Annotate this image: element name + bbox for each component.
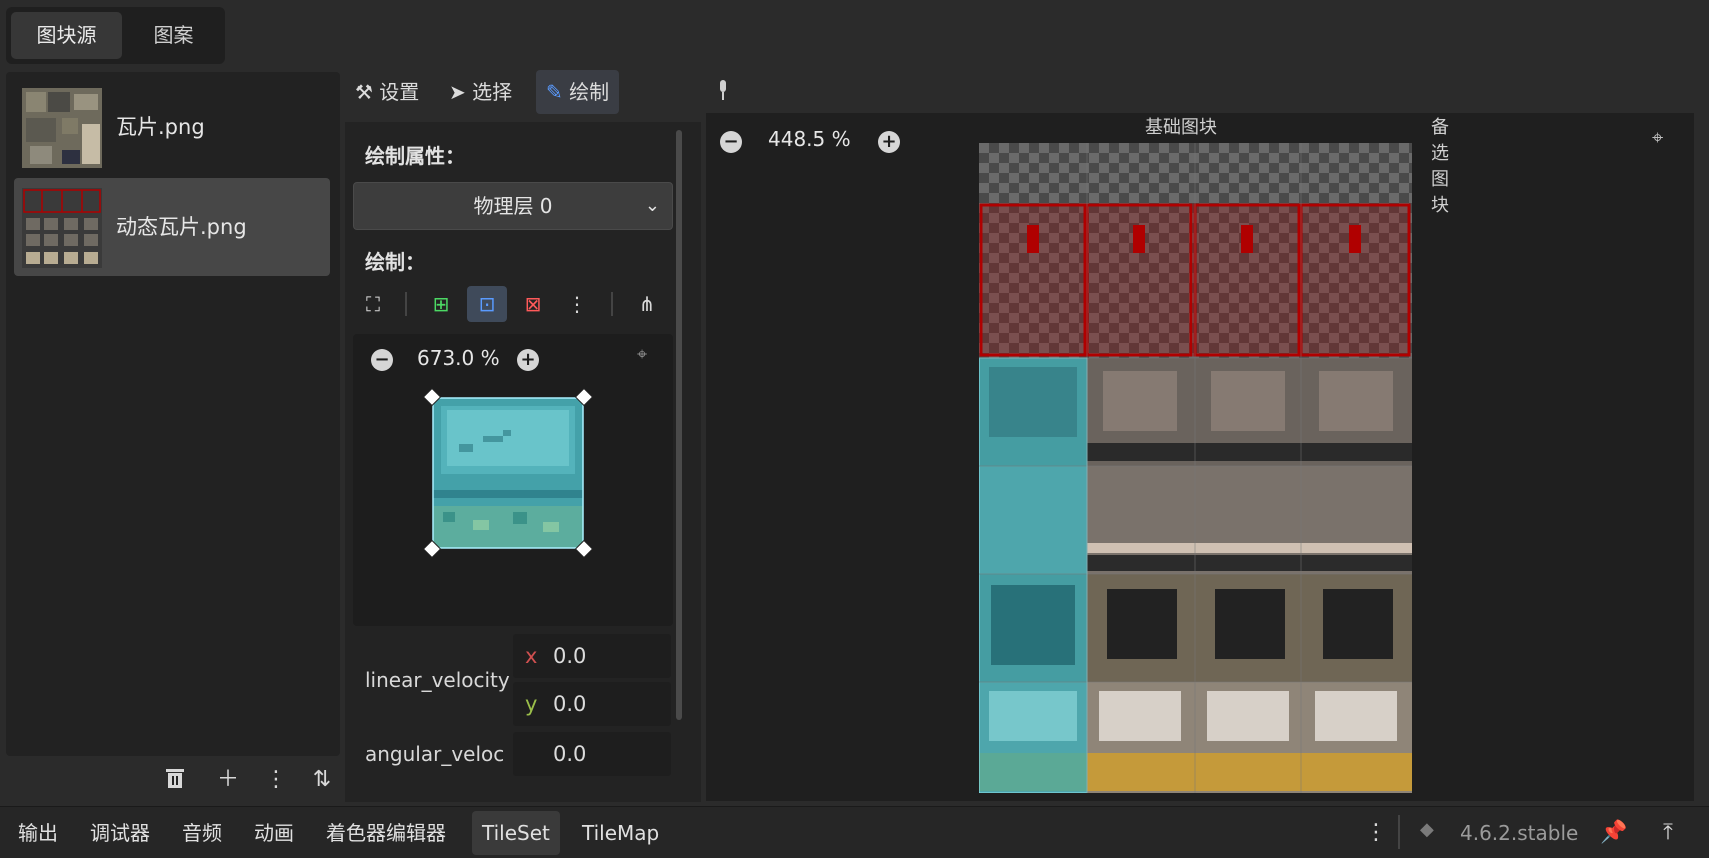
center-view-icon[interactable]: ⌖ xyxy=(637,344,647,365)
divider xyxy=(1398,815,1400,849)
add-source-button[interactable]: ＋ xyxy=(214,766,242,794)
axis-x-label: x xyxy=(525,644,538,668)
tab-tileset[interactable]: TileSet xyxy=(472,811,560,855)
kebab-menu-icon: ⋮ xyxy=(1365,820,1387,845)
bottom-panel-tabs: 输出 调试器 音频 动画 着色器编辑器 TileSet TileMap ⋮ ◆ … xyxy=(0,806,1709,858)
mode-paint-button[interactable]: ✎ 绘制 xyxy=(536,70,620,114)
minus-icon: − xyxy=(374,349,390,370)
tile-polygon-editor[interactable] xyxy=(423,388,593,558)
linear-velocity-x-field[interactable]: x 0.0 xyxy=(513,634,671,678)
delete-point-icon: ⊠ xyxy=(524,292,542,316)
tab-tile-sources[interactable]: 图块源 xyxy=(11,12,122,59)
axis-y-label: y xyxy=(525,692,538,716)
snap-button[interactable]: ⋔ xyxy=(627,286,667,322)
zoom-out-button[interactable]: − xyxy=(371,349,393,371)
delete-source-button[interactable] xyxy=(161,766,189,794)
plus-icon: ＋ xyxy=(216,767,239,792)
add-points-button[interactable]: ⊞ xyxy=(421,286,461,322)
alternative-tiles-title: 备选图块 xyxy=(1431,117,1449,216)
atlas-zoom-out-button[interactable]: − xyxy=(720,131,742,153)
source-item-tiles[interactable]: 瓦片.png xyxy=(14,78,330,176)
angular-velocity-field[interactable]: 0.0 xyxy=(513,732,671,776)
base-tiles-title: 基础图块 xyxy=(1145,117,1217,138)
paint-title: 绘制： xyxy=(365,250,425,274)
delete-points-button[interactable]: ⊠ xyxy=(513,286,553,322)
trash-icon xyxy=(166,769,184,788)
paint-properties-panel: 绘制属性： 物理层 0 ⌄ 绘制： ⛶ ⊞ ⊡ ⊠ ⋮ ⋔ − 673.0 % … xyxy=(345,122,701,802)
center-view-icon[interactable]: ⌖ xyxy=(1652,125,1663,149)
atlas-zoom-level: 448.5 % xyxy=(768,127,851,151)
sort-icon: ⇅ xyxy=(312,767,332,792)
atlas-texture[interactable] xyxy=(978,143,1412,794)
cursor-icon: ➤ xyxy=(449,80,466,104)
sources-toolbar: ＋ ⋮ ⇅ xyxy=(6,760,340,800)
expand-up-icon: ⤒ xyxy=(1663,820,1673,845)
mode-setup-button[interactable]: ⚒ 设置 xyxy=(345,70,429,114)
mode-label: 选择 xyxy=(472,80,513,104)
physics-layer-dropdown[interactable]: 物理层 0 ⌄ xyxy=(353,182,673,230)
editor-mode-bar: ⚒ 设置 ➤ 选择 ✎ 绘制 xyxy=(345,70,705,118)
more-options-button[interactable]: ⋮ xyxy=(262,766,290,794)
tile-sources-list: 瓦片.png 动态瓦片.png xyxy=(6,72,340,756)
tab-audio[interactable]: 音频 xyxy=(172,811,232,855)
tileset-thumbnail-icon xyxy=(22,88,102,168)
divider xyxy=(611,292,613,316)
zoom-in-button[interactable]: + xyxy=(517,349,539,371)
kebab-menu-icon: ⋮ xyxy=(567,292,587,316)
source-item-animated-tiles[interactable]: 动态瓦片.png xyxy=(14,178,330,276)
mode-label: 绘制 xyxy=(569,80,610,104)
minus-icon: − xyxy=(723,131,739,152)
plus-icon: + xyxy=(881,131,897,152)
pin-button[interactable]: 📌 xyxy=(1600,819,1628,847)
x-value: 0.0 xyxy=(553,644,587,668)
tileset-thumbnail-icon xyxy=(22,188,102,268)
expand-icon: ⛶ xyxy=(366,292,380,316)
source-label: 动态瓦片.png xyxy=(116,215,247,239)
tab-tilemap[interactable]: TileMap xyxy=(572,811,669,855)
snap-icon: ⋔ xyxy=(638,292,656,316)
y-value: 0.0 xyxy=(553,692,587,716)
angular-value: 0.0 xyxy=(553,742,587,766)
chevron-down-icon: ⌄ xyxy=(644,195,660,216)
mode-select-button[interactable]: ➤ 选择 xyxy=(439,70,522,114)
tile-preview[interactable]: − 673.0 % + ⌖ xyxy=(353,334,673,626)
tools-icon: ⚒ xyxy=(355,80,373,104)
more-options-button[interactable]: ⋮ xyxy=(1362,819,1390,847)
divider xyxy=(405,292,407,316)
atlas-tile-grid[interactable]: 基础图块 备选图块 xyxy=(978,117,1449,794)
polygon-tools: ⛶ ⊞ ⊡ ⊠ ⋮ ⋔ xyxy=(345,282,701,324)
godot-logo-icon: ◆ xyxy=(1420,819,1434,840)
dropdown-value: 物理层 0 xyxy=(473,194,553,218)
sort-sources-button[interactable]: ⇅ xyxy=(308,766,336,794)
atlas-zoom-in-button[interactable]: + xyxy=(878,131,900,153)
tab-animation[interactable]: 动画 xyxy=(244,811,304,855)
add-point-icon: ⊞ xyxy=(432,292,450,316)
tab-output[interactable]: 输出 xyxy=(8,811,68,855)
source-pattern-tabs: 图块源 图案 xyxy=(6,7,225,64)
mode-label: 设置 xyxy=(379,80,420,104)
edit-points-button[interactable]: ⊡ xyxy=(467,286,507,322)
source-label: 瓦片.png xyxy=(116,115,205,139)
expand-panel-button[interactable]: ⤒ xyxy=(1654,819,1682,847)
linear-velocity-label: linear_velocity xyxy=(365,668,510,692)
tab-debugger[interactable]: 调试器 xyxy=(80,811,160,855)
panel-scrollbar[interactable] xyxy=(676,130,682,720)
linear-velocity-y-field[interactable]: y 0.0 xyxy=(513,682,671,726)
angular-velocity-label: angular_veloc xyxy=(365,742,505,766)
preview-zoom-level: 673.0 % xyxy=(417,346,500,370)
pin-icon: 📌 xyxy=(1600,820,1628,845)
tab-shader-editor[interactable]: 着色器编辑器 xyxy=(316,811,456,855)
paint-properties-title: 绘制属性： xyxy=(365,144,465,168)
version-label: 4.6.2.stable xyxy=(1460,821,1579,845)
edit-point-icon: ⊡ xyxy=(478,292,496,316)
more-tools-button[interactable]: ⋮ xyxy=(557,286,597,322)
brush-icon: ✎ xyxy=(546,80,563,104)
plus-icon: + xyxy=(520,349,536,370)
eyedropper-icon xyxy=(720,80,726,100)
expand-view-button[interactable]: ⛶ xyxy=(353,286,393,322)
eyedropper-button[interactable] xyxy=(716,78,730,107)
atlas-view[interactable]: − 448.5 % + ⌖ 基础图块 备选图块 xyxy=(706,113,1694,801)
tab-patterns[interactable]: 图案 xyxy=(126,12,221,59)
kebab-menu-icon: ⋮ xyxy=(265,767,287,792)
